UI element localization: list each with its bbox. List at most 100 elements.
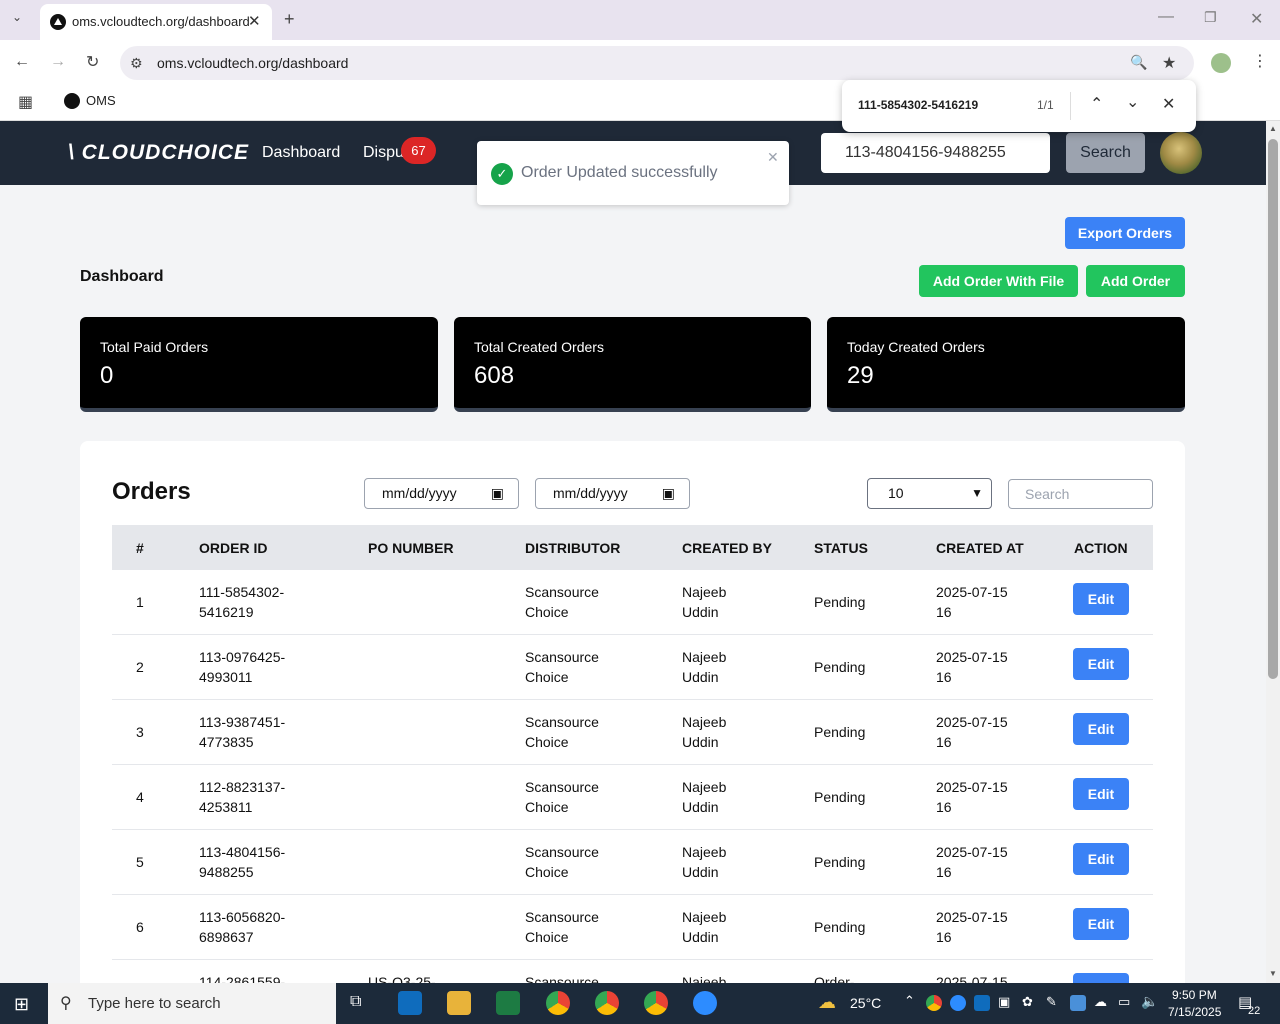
cell-distributor-line1: Scansource (525, 714, 599, 730)
tab-search-icon[interactable]: ⌄ (12, 10, 22, 24)
cell-distributor-line2: Choice (525, 734, 569, 750)
cell-created-at-line1: 2025-07-15 (936, 584, 1008, 600)
nav-search-button[interactable]: Search (1066, 133, 1145, 173)
edit-button[interactable]: Edit (1073, 713, 1129, 745)
edit-button[interactable]: Edit (1073, 843, 1129, 875)
site-info-icon[interactable]: ⚙ (130, 55, 143, 72)
find-next-icon[interactable]: ⌄ (1126, 92, 1139, 112)
find-prev-icon[interactable]: ⌃ (1090, 94, 1103, 114)
nav-disputes[interactable]: Dispu (363, 144, 404, 162)
logo[interactable]: \ CLOUDCHOICE (68, 141, 249, 165)
col-created-by: CREATED BY (682, 540, 772, 556)
search-icon: ⚲ (60, 995, 72, 1012)
window-close-icon[interactable]: ✕ (1250, 9, 1263, 29)
page-scrollbar[interactable]: ▲ ▼ (1266, 121, 1280, 983)
chrome-profile-icon[interactable] (595, 991, 619, 1015)
end-date-input[interactable]: mm/dd/yyyy ▣ (535, 478, 690, 509)
reload-icon[interactable]: ↻ (86, 52, 99, 72)
excel-icon[interactable] (496, 991, 520, 1015)
notifications-count: 22 (1248, 1005, 1261, 1017)
browser-tab[interactable]: oms.vcloudtech.org/dashboard ✕ (40, 4, 272, 40)
edit-button[interactable]: Edit (1073, 583, 1129, 615)
cell-created-at-line2: 16 (936, 669, 952, 685)
tab-close-icon[interactable]: ✕ (248, 12, 261, 30)
profile-icon[interactable] (1211, 53, 1231, 73)
scroll-down-icon[interactable]: ▼ (1269, 969, 1277, 978)
network-icon[interactable]: ▭ (1118, 994, 1130, 1010)
apps-grid-icon[interactable]: ▦ (18, 92, 33, 112)
minimize-icon[interactable]: — (1158, 8, 1174, 26)
export-orders-button[interactable]: Export Orders (1065, 217, 1185, 249)
find-count: 1/1 (1037, 98, 1054, 112)
cell-status: Pending (814, 789, 866, 805)
cell-number: 1 (136, 594, 144, 610)
cell-created-by-line2: Uddin (682, 799, 719, 815)
add-order-button[interactable]: Add Order (1086, 265, 1185, 297)
chrome-active-icon[interactable] (644, 991, 668, 1015)
start-date-input[interactable]: mm/dd/yyyy ▣ (364, 478, 519, 509)
outlook-icon[interactable] (398, 991, 422, 1015)
cell-distributor-line2: Choice (525, 669, 569, 685)
cell-order-id-line2: 4773835 (199, 734, 254, 750)
table-row: 2 113-0976425- 4993011 Scansource Choice Naje… (112, 635, 1153, 700)
edit-button[interactable]: Edit (1073, 648, 1129, 680)
find-in-page-icon[interactable]: 🔍 (1130, 54, 1147, 71)
tray-network-app-icon[interactable]: ✿ (1022, 994, 1033, 1010)
clock-date[interactable]: 7/15/2025 (1168, 1005, 1221, 1019)
volume-icon[interactable]: 🔈 (1141, 993, 1158, 1010)
restore-icon[interactable]: ❐ (1204, 9, 1217, 26)
page-size-select[interactable]: 10 ▼ (867, 478, 992, 509)
clock-time[interactable]: 9:50 PM (1172, 988, 1217, 1002)
add-order-with-file-button[interactable]: Add Order With File (919, 265, 1078, 297)
chrome-icon[interactable] (546, 991, 570, 1015)
calendar-icon[interactable]: ▣ (491, 479, 504, 508)
cell-created-by-line2: Uddin (682, 864, 719, 880)
back-icon[interactable]: ← (14, 53, 30, 71)
scrollbar-thumb[interactable] (1268, 139, 1278, 679)
find-close-icon[interactable]: ✕ (1162, 94, 1175, 114)
zoom-icon[interactable] (693, 991, 717, 1015)
tray-app-icon[interactable]: ▣ (998, 994, 1010, 1010)
find-query[interactable]: 111-5854302-5416219 (858, 98, 978, 112)
disputes-badge: 67 (401, 137, 436, 164)
weather-temp[interactable]: 25°C (850, 995, 881, 1011)
forward-icon[interactable]: → (50, 53, 66, 71)
tray-tool-icon[interactable]: ✎ (1046, 994, 1057, 1010)
stat-label: Total Paid Orders (100, 339, 209, 355)
nav-search-input[interactable] (821, 133, 1050, 173)
nav-dashboard[interactable]: Dashboard (262, 144, 340, 162)
task-view-icon[interactable]: ⧉ (350, 993, 361, 1011)
tray-chrome-icon[interactable] (926, 995, 942, 1011)
edit-button[interactable]: Edit (1073, 778, 1129, 810)
tray-vpn-icon[interactable] (1070, 995, 1086, 1011)
new-tab-icon[interactable]: + (284, 9, 295, 30)
cell-status: Pending (814, 594, 866, 610)
tray-outlook-icon[interactable] (974, 995, 990, 1011)
tray-zoom-icon[interactable] (950, 995, 966, 1011)
edit-button[interactable]: Edit (1073, 908, 1129, 940)
toast-close-icon[interactable]: ✕ (767, 149, 779, 166)
cell-created-by-line1: Najeeb (682, 779, 727, 795)
stat-card-total-created: Total Created Orders 608 (454, 317, 811, 412)
stat-label: Total Created Orders (474, 339, 604, 355)
stat-value: 29 (847, 362, 874, 389)
col-distributor: DISTRIBUTOR (525, 540, 621, 556)
cell-number: 6 (136, 919, 144, 935)
taskbar-search[interactable]: ⚲ Type here to search (48, 983, 336, 1024)
scroll-up-icon[interactable]: ▲ (1269, 124, 1277, 133)
cell-distributor-line1: Scansource (525, 649, 599, 665)
bookmark-oms[interactable]: OMS (86, 93, 116, 108)
file-explorer-icon[interactable] (447, 991, 471, 1015)
bookmark-star-icon[interactable]: ★ (1162, 53, 1176, 73)
cell-created-at-line2: 16 (936, 864, 952, 880)
table-search-input[interactable] (1008, 479, 1153, 509)
tray-chevron-icon[interactable]: ⌃ (904, 993, 915, 1009)
avatar[interactable] (1160, 132, 1202, 174)
menu-icon[interactable]: ⋮ (1252, 51, 1268, 71)
tray-cloud-icon[interactable]: ☁ (1094, 994, 1107, 1010)
omnibox[interactable]: ⚙ oms.vcloudtech.org/dashboard 🔍 ★ (120, 46, 1194, 80)
url-text: oms.vcloudtech.org/dashboard (157, 55, 349, 71)
calendar-icon[interactable]: ▣ (662, 479, 675, 508)
windows-start-icon[interactable]: ⊞ (14, 994, 29, 1015)
cell-created-at-line2: 16 (936, 734, 952, 750)
